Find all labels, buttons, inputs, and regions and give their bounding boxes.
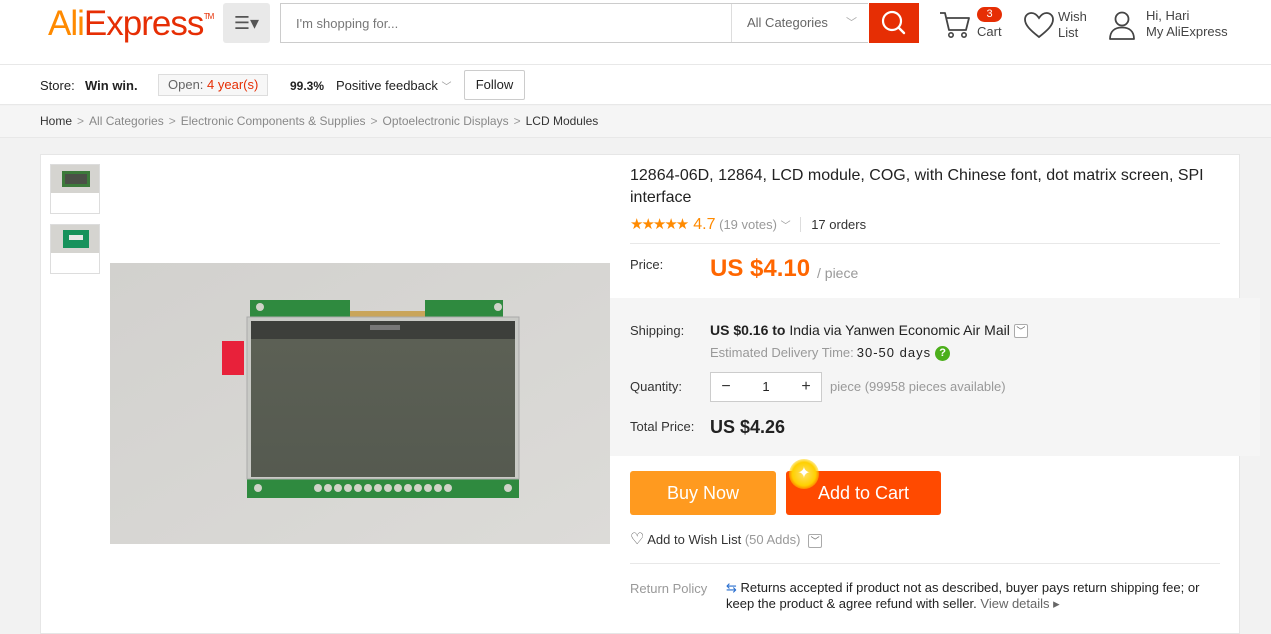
quantity-input[interactable]: 1 xyxy=(741,373,791,401)
help-icon[interactable]: ? xyxy=(935,346,951,362)
product-price: US $4.10 xyxy=(710,255,811,282)
chevron-down-icon[interactable]: ﹀ xyxy=(1013,324,1028,339)
estimated-delivery: Estimated Delivery Time: 30-50 days? xyxy=(710,345,951,362)
wish-list-link[interactable]: Wish List xyxy=(1058,9,1087,41)
breadcrumb: Home > All Categories > Electronic Component… xyxy=(0,106,1271,138)
divider xyxy=(630,243,1220,244)
return-policy-text: ⇆ Returns accepted if product not as des… xyxy=(726,580,1226,612)
chevron-down-icon[interactable]: ﹀ xyxy=(808,533,823,548)
breadcrumb-separator: > xyxy=(77,114,85,128)
sparkle-icon: ✦ xyxy=(789,459,819,489)
chevron-down-icon: ﹀ xyxy=(441,82,452,93)
search-bar: All Categories ﹀ xyxy=(280,3,868,43)
heart-icon[interactable] xyxy=(1022,10,1056,40)
store-label: Store: xyxy=(40,78,75,93)
user-icon[interactable] xyxy=(1108,9,1136,41)
lcd-thumbnail-image xyxy=(51,165,99,193)
wish-list-line2: List xyxy=(1058,25,1079,40)
product-rating: ★★★★★ 4.7 (19 votes) ﹀ 17 orders xyxy=(630,215,867,234)
category-select[interactable]: All Categories ﹀ xyxy=(731,4,869,42)
logo-express: Express xyxy=(83,4,204,43)
buy-now-button[interactable]: Buy Now xyxy=(630,471,776,515)
cart-link[interactable]: Cart xyxy=(977,24,1002,40)
orders-count: 17 orders xyxy=(800,217,867,232)
total-price-label: Total Price: xyxy=(630,419,695,434)
breadcrumb-separator: > xyxy=(168,114,176,128)
product-title: 12864-06D, 12864, LCD module, COG, with … xyxy=(630,167,1204,206)
lcd-module-photo xyxy=(110,263,610,544)
star-rating-icon: ★★★★★ xyxy=(630,216,689,233)
cart-icon[interactable] xyxy=(938,8,972,40)
rating-score: 4.7 xyxy=(693,216,716,233)
logo-tm: TM xyxy=(203,12,215,21)
wish-list-label: Add to Wish List xyxy=(647,532,742,547)
shipping-cost: US $0.16 xyxy=(710,322,769,338)
account-link[interactable]: Hi, Hari My AliExpress xyxy=(1146,8,1228,40)
search-icon xyxy=(881,10,906,35)
shipping-to: to xyxy=(772,322,786,338)
price-label: Price: xyxy=(630,257,664,272)
chevron-down-icon: ﹀ xyxy=(780,221,791,232)
search-button[interactable] xyxy=(869,3,919,43)
availability-text: piece (99958 pieces available) xyxy=(830,379,1006,394)
view-details-label: View details xyxy=(980,596,1050,611)
product-card: 12864-06D, 12864, LCD module, COG, with … xyxy=(40,154,1260,634)
total-price: US $4.26 xyxy=(710,417,786,437)
category-select-value: All Categories xyxy=(747,15,828,30)
store-name[interactable]: Win win. xyxy=(85,78,138,93)
shipping-method: India via Yanwen Economic Air Mail xyxy=(789,322,1010,338)
view-details-link[interactable]: View details ▸ xyxy=(980,596,1059,611)
votes-link[interactable]: (19 votes) ﹀ xyxy=(719,217,790,232)
thumbnail-2[interactable] xyxy=(50,224,100,274)
return-policy-label: Return Policy xyxy=(630,581,708,596)
quantity-decrease-button[interactable]: − xyxy=(711,373,741,401)
add-to-wish-list[interactable]: ♡ Add to Wish List (50 Adds) ﹀ xyxy=(630,529,823,549)
votes-count: (19 votes) xyxy=(719,217,777,232)
breadcrumb-separator: > xyxy=(370,114,378,128)
logo-ali: Ali xyxy=(48,4,85,43)
open-value: 4 year(s) xyxy=(207,77,259,92)
site-header: AliExpressTM ☰▾ All Categories ﹀ 3 Cart … xyxy=(0,0,1271,65)
eta-value: 30-50 days xyxy=(856,345,932,360)
open-label: Open: xyxy=(168,77,204,92)
heart-add-icon: ♡ xyxy=(630,531,645,548)
eta-label: Estimated Delivery Time: xyxy=(710,345,854,360)
shipping-info[interactable]: US $0.16 to India via Yanwen Economic Ai… xyxy=(710,322,1028,339)
breadcrumb-home[interactable]: Home xyxy=(40,114,72,128)
price-unit: / piece xyxy=(817,265,859,281)
chevron-down-icon: ﹀ xyxy=(846,17,857,29)
feedback-percent: 99.3% xyxy=(290,79,325,93)
hamburger-icon: ☰▾ xyxy=(233,13,260,33)
follow-button[interactable]: Follow xyxy=(464,70,525,100)
quantity-label: Quantity: xyxy=(630,379,683,394)
cart-count-badge: 3 xyxy=(977,7,1002,22)
divider xyxy=(630,563,1220,564)
shipping-label: Shipping: xyxy=(630,323,685,338)
breadcrumb-all-categories[interactable]: All Categories xyxy=(89,114,164,128)
breadcrumb-lcd-modules: LCD Modules xyxy=(525,114,599,128)
thumbnail-1[interactable] xyxy=(50,164,100,214)
category-menu-button[interactable]: ☰▾ xyxy=(223,3,270,43)
feedback-link[interactable]: Positive feedback ﹀ xyxy=(336,78,452,93)
return-policy-body: Returns accepted if product not as descr… xyxy=(726,580,1200,611)
store-open-tag: Open: 4 year(s) xyxy=(158,74,269,96)
pcb-thumbnail-image xyxy=(51,225,99,253)
feedback-label: Positive feedback xyxy=(336,78,438,93)
search-input[interactable] xyxy=(281,4,731,42)
wish-adds-count: (50 Adds) xyxy=(744,532,801,547)
breadcrumb-electronic-components[interactable]: Electronic Components & Supplies xyxy=(181,114,366,128)
wish-list-line1: Wish xyxy=(1058,9,1087,24)
breadcrumb-optoelectronic-displays[interactable]: Optoelectronic Displays xyxy=(383,114,509,128)
product-main-image[interactable] xyxy=(110,263,610,544)
store-bar: Store: Win win. Open: 4 year(s) 99.3% Po… xyxy=(0,65,1271,105)
return-policy-icon: ⇆ xyxy=(726,580,737,595)
user-greeting: Hi, Hari xyxy=(1146,8,1190,23)
quantity-increase-button[interactable]: + xyxy=(791,373,821,401)
my-aliexpress-label: My AliExpress xyxy=(1146,24,1228,39)
breadcrumb-separator: > xyxy=(513,114,521,128)
aliexpress-logo[interactable]: AliExpress TM xyxy=(48,4,214,44)
quantity-stepper: − 1 + xyxy=(710,372,822,402)
